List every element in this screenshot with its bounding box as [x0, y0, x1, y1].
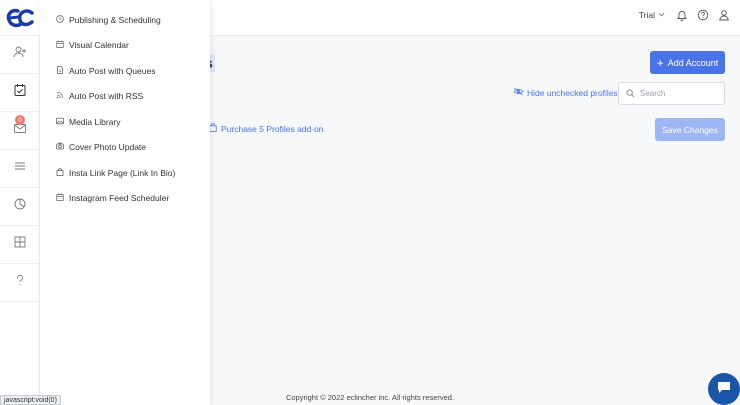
publishing-dropdown-menu: Publishing & Scheduling Visual Calendar … — [40, 0, 210, 405]
purchase-profiles-link[interactable]: Purchase 5 Profiles add-on — [209, 123, 324, 134]
search-icon — [626, 85, 635, 103]
rail-item-analytics[interactable] — [0, 188, 40, 226]
image-icon — [56, 117, 64, 127]
plan-label: Trial — [638, 10, 655, 20]
chat-icon — [716, 380, 732, 399]
chevron-down-icon — [658, 10, 665, 20]
bell-icon[interactable] — [676, 9, 688, 21]
menu-lines-icon — [13, 159, 27, 178]
hide-unchecked-label: Hide unchecked profiles — [527, 87, 618, 98]
menu-item-label: Instagram Feed Scheduler — [69, 193, 170, 203]
rail-item-publishing[interactable] — [0, 74, 40, 112]
search-input[interactable] — [640, 89, 720, 98]
calendar-check-icon — [13, 83, 27, 102]
chat-launcher-button[interactable] — [708, 373, 740, 405]
camera-icon — [56, 142, 64, 152]
user-icon[interactable] — [718, 9, 730, 21]
menu-item-publishing-scheduling[interactable]: Publishing & Scheduling — [40, 8, 210, 32]
menu-item-label: Cover Photo Update — [69, 142, 147, 152]
menu-item-auto-post-queues[interactable]: Auto Post with Queues — [40, 59, 210, 83]
menu-item-instagram-feed-scheduler[interactable]: Instagram Feed Scheduler — [40, 186, 210, 210]
eclincher-logo-icon[interactable] — [6, 7, 34, 29]
clock-icon — [56, 15, 64, 25]
inbox-count-badge: 0 — [15, 115, 25, 125]
menu-item-label: Auto Post with RSS — [69, 91, 144, 101]
menu-item-label: Media Library — [69, 117, 121, 127]
menu-item-cover-photo-update[interactable]: Cover Photo Update — [40, 135, 210, 159]
help-icon[interactable] — [697, 9, 709, 21]
status-bar-url: javascript:void(0) — [0, 395, 61, 405]
search-field[interactable] — [618, 82, 725, 105]
menu-item-auto-post-rss[interactable]: Auto Post with RSS — [40, 84, 210, 108]
grid-icon — [13, 235, 27, 254]
add-account-label: Add Account — [667, 57, 719, 68]
plus-icon: + — [656, 55, 664, 70]
purchase-label: Purchase 5 Profiles add-on — [221, 123, 324, 134]
menu-item-label: Publishing & Scheduling — [69, 15, 161, 25]
menu-item-insta-link-page[interactable]: Insta Link Page (Link In Bio) — [40, 161, 210, 185]
plan-dropdown[interactable]: Trial — [639, 10, 665, 20]
shopping-bag-icon — [209, 123, 217, 134]
calendar-icon — [56, 193, 64, 203]
rail-item-add-user[interactable] — [0, 36, 40, 74]
menu-item-media-library[interactable]: Media Library — [40, 110, 210, 134]
left-nav-rail: 0 — [0, 36, 40, 405]
add-user-icon — [13, 45, 27, 64]
rail-item-apps[interactable] — [0, 226, 40, 264]
footer-copyright: Copyright © 2022 eclincher inc. All righ… — [285, 393, 455, 402]
eye-off-icon — [513, 87, 524, 98]
document-icon — [56, 66, 64, 76]
analytics-pie-icon — [13, 197, 27, 216]
save-changes-button[interactable]: Save Changes — [655, 118, 725, 141]
hide-unchecked-profiles-link[interactable]: Hide unchecked profiles — [513, 87, 618, 98]
menu-item-label: Insta Link Page (Link In Bio) — [69, 168, 176, 178]
shopping-bag-icon — [56, 168, 64, 178]
rail-item-streams[interactable] — [0, 150, 40, 188]
top-right-controls: Trial — [639, 9, 730, 21]
menu-item-label: Visual Calendar — [69, 40, 129, 50]
menu-item-visual-calendar[interactable]: Visual Calendar — [40, 33, 210, 57]
rail-item-help[interactable] — [0, 264, 40, 302]
add-account-button[interactable]: + Add Account — [650, 51, 725, 74]
rail-item-inbox[interactable]: 0 — [0, 112, 40, 150]
question-icon — [13, 273, 27, 292]
rss-icon — [56, 91, 64, 101]
calendar-icon — [56, 40, 64, 50]
menu-item-label: Auto Post with Queues — [69, 66, 156, 76]
